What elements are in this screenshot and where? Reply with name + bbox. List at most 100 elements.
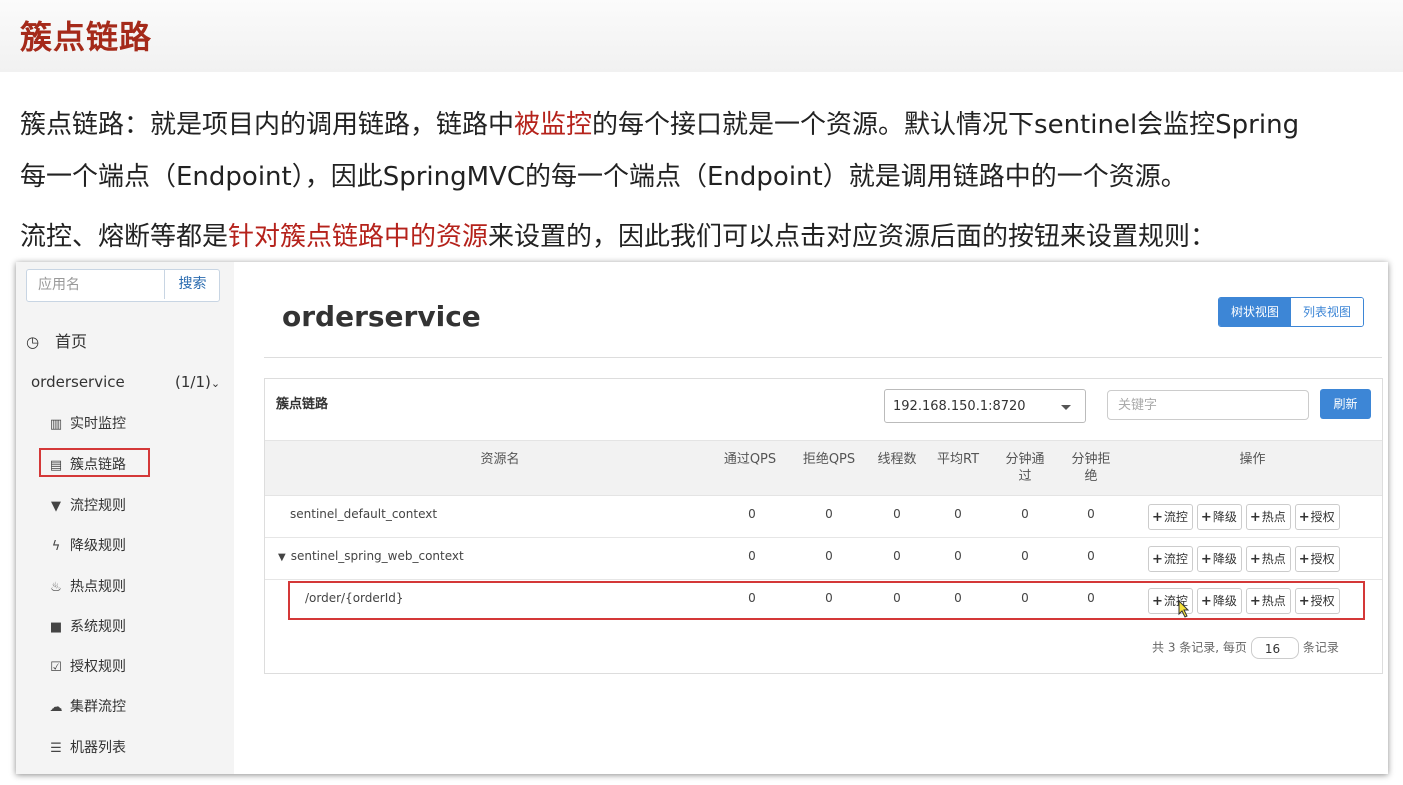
min-pass: 0	[1021, 507, 1029, 521]
threads: 0	[893, 507, 901, 521]
sidebar-item-hotspot-rules[interactable]: ♨ 热点规则	[48, 576, 126, 596]
nav-home[interactable]: ◷ 首页	[26, 328, 87, 352]
check-square-icon: ☑	[50, 660, 62, 675]
avg-rt: 0	[954, 549, 962, 563]
machine-select-value: 192.168.150.1:8720	[893, 399, 1026, 414]
add-hotspot-rule-button[interactable]: +热点	[1245, 504, 1291, 530]
row-actions: +流控 +降级 +热点 +授权	[1148, 504, 1340, 530]
table-row: sentinel_default_context 0 0 0 0 0 0 +流控…	[265, 496, 1382, 538]
highlight-box-sidebar	[39, 448, 150, 477]
sidebar-item-flow-rules[interactable]: ▼ 流控规则	[48, 495, 126, 515]
doc-header: 簇点链路	[0, 0, 1403, 72]
pager-total: 共 3 条记录, 每页	[1152, 640, 1247, 655]
tree-toggle-icon[interactable]: ▼	[278, 552, 286, 563]
highlight-text: 针对簇点链路中的资源	[228, 222, 489, 252]
sidebar-item-authority-rules[interactable]: ☑ 授权规则	[48, 656, 126, 676]
sidebar-item-label: 降级规则	[70, 538, 126, 554]
sidebar-item-cluster-flow[interactable]: ☁ 集群流控	[48, 696, 127, 716]
op-label: 流控	[1163, 510, 1188, 524]
caret-down-icon	[1061, 405, 1071, 410]
add-degrade-rule-button[interactable]: +降级	[1196, 504, 1242, 530]
mouse-cursor-icon	[1178, 600, 1190, 618]
filter-icon: ▼	[51, 499, 61, 514]
text-span: 的每个接口就是一个资源。默认情况下sentinel会监控Spring	[592, 110, 1300, 140]
op-label: 降级	[1212, 552, 1237, 566]
text-span: 簇点链路：就是项目内的调用链路，链路中	[20, 110, 515, 140]
resource-name-cell: ▼ sentinel_spring_web_context	[278, 549, 464, 563]
sidebar-item-label: 实时监控	[70, 416, 126, 432]
sidebar-item-label: 流控规则	[70, 498, 126, 514]
threads: 0	[893, 549, 901, 563]
add-flow-rule-button[interactable]: +流控	[1148, 504, 1193, 530]
add-flow-rule-button[interactable]: +流控	[1148, 546, 1193, 572]
sidebar-item-label: 热点规则	[70, 579, 126, 595]
col-block-qps: 拒绝QPS	[802, 452, 856, 467]
app-count-text: (1/1)	[175, 373, 211, 391]
sidebar-item-label: 机器列表	[70, 740, 126, 756]
chevron-down-icon: ⌄	[210, 377, 221, 390]
pass-qps: 0	[748, 549, 756, 563]
min-block: 0	[1087, 507, 1095, 521]
sentinel-dashboard-screenshot: 搜索 ◷首页 orderservice(1/1)⌄ ▥实时监控 ▤簇点链路 ▼流…	[16, 262, 1388, 774]
th-list-icon: ☰	[50, 741, 62, 756]
app-search: 搜索	[26, 269, 220, 302]
resource-name: sentinel_default_context	[290, 507, 438, 521]
app-group-orderservice[interactable]: orderservice (1/1)⌄	[31, 373, 231, 391]
col-threads: 线程数	[877, 452, 917, 467]
pagination: 共 3 条记录, 每页 16 条记录	[1152, 637, 1339, 659]
dashboard-icon: ◷	[26, 333, 40, 351]
table-row: ▼ sentinel_spring_web_context 0 0 0 0 0 0…	[265, 538, 1382, 580]
col-resource: 资源名	[480, 452, 520, 467]
fire-icon: ♨	[50, 580, 62, 595]
pass-qps: 0	[748, 507, 756, 521]
add-authority-rule-button[interactable]: +授权	[1294, 546, 1340, 572]
nav-home-label: 首页	[55, 332, 88, 351]
sidebar-item-label: 系统规则	[70, 619, 126, 635]
op-label: 授权	[1310, 552, 1335, 566]
highlight-box-row	[288, 581, 1365, 620]
col-min-pass: 分钟通过	[1005, 452, 1045, 484]
sidebar-item-system-rules[interactable]: ■ 系统规则	[48, 616, 126, 636]
view-toggle: 树状视图 列表视图	[1218, 297, 1365, 327]
sidebar: 搜索 ◷首页 orderservice(1/1)⌄ ▥实时监控 ▤簇点链路 ▼流…	[16, 262, 234, 774]
doc-title: 簇点链路	[20, 18, 153, 56]
divider	[264, 357, 1382, 358]
row-actions: +流控 +降级 +热点 +授权	[1148, 546, 1340, 572]
pager-suffix: 条记录	[1302, 640, 1339, 655]
op-label: 热点	[1261, 510, 1286, 524]
refresh-button[interactable]: 刷新	[1320, 389, 1371, 419]
add-hotspot-rule-button[interactable]: +热点	[1245, 546, 1291, 572]
sidebar-item-label: 授权规则	[70, 659, 126, 675]
sidebar-item-machines[interactable]: ☰ 机器列表	[48, 737, 126, 757]
col-ops: 操作	[1239, 452, 1266, 467]
col-avg-rt: 平均RT	[936, 452, 980, 467]
tree-view-button[interactable]: 树状视图	[1219, 298, 1292, 326]
page-title: orderservice	[282, 300, 481, 333]
resource-name: sentinel_spring_web_context	[290, 549, 464, 563]
add-degrade-rule-button[interactable]: +降级	[1196, 546, 1242, 572]
panel-title: 簇点链路	[276, 397, 329, 412]
min-block: 0	[1087, 549, 1095, 563]
block-qps: 0	[825, 507, 833, 521]
sidebar-item-realtime[interactable]: ▥ 实时监控	[48, 413, 126, 433]
col-min-block: 分钟拒绝	[1071, 452, 1111, 484]
sidebar-item-label: 集群流控	[70, 699, 126, 715]
op-label: 降级	[1212, 510, 1237, 524]
text-span: 来设置的，因此我们可以点击对应资源后面的按钮来设置规则：	[488, 222, 1217, 252]
add-authority-rule-button[interactable]: +授权	[1294, 504, 1340, 530]
cluster-link-panel: 簇点链路 192.168.150.1:8720 刷新 资源名 通过QPS 拒绝Q…	[264, 378, 1383, 674]
op-label: 流控	[1163, 552, 1188, 566]
page-size-input[interactable]: 16	[1250, 637, 1299, 659]
min-pass: 0	[1021, 549, 1029, 563]
cloud-icon: ☁	[49, 700, 63, 715]
list-view-button[interactable]: 列表视图	[1291, 298, 1364, 326]
avg-rt: 0	[954, 507, 962, 521]
sidebar-item-degrade-rules[interactable]: ϟ 降级规则	[48, 535, 126, 555]
text-span: 流控、熔断等都是	[20, 222, 229, 252]
machine-select[interactable]: 192.168.150.1:8720	[884, 389, 1086, 423]
doc-paragraph-2: 每一个端点（Endpoint），因此SpringMVC的每一个端点（Endpoi…	[20, 162, 1187, 192]
app-search-input[interactable]	[27, 270, 174, 299]
doc-paragraph-1: 簇点链路：就是项目内的调用链路，链路中被监控的每个接口就是一个资源。默认情况下s…	[20, 104, 1299, 141]
search-button[interactable]: 搜索	[164, 270, 220, 299]
keyword-input[interactable]	[1107, 390, 1309, 420]
